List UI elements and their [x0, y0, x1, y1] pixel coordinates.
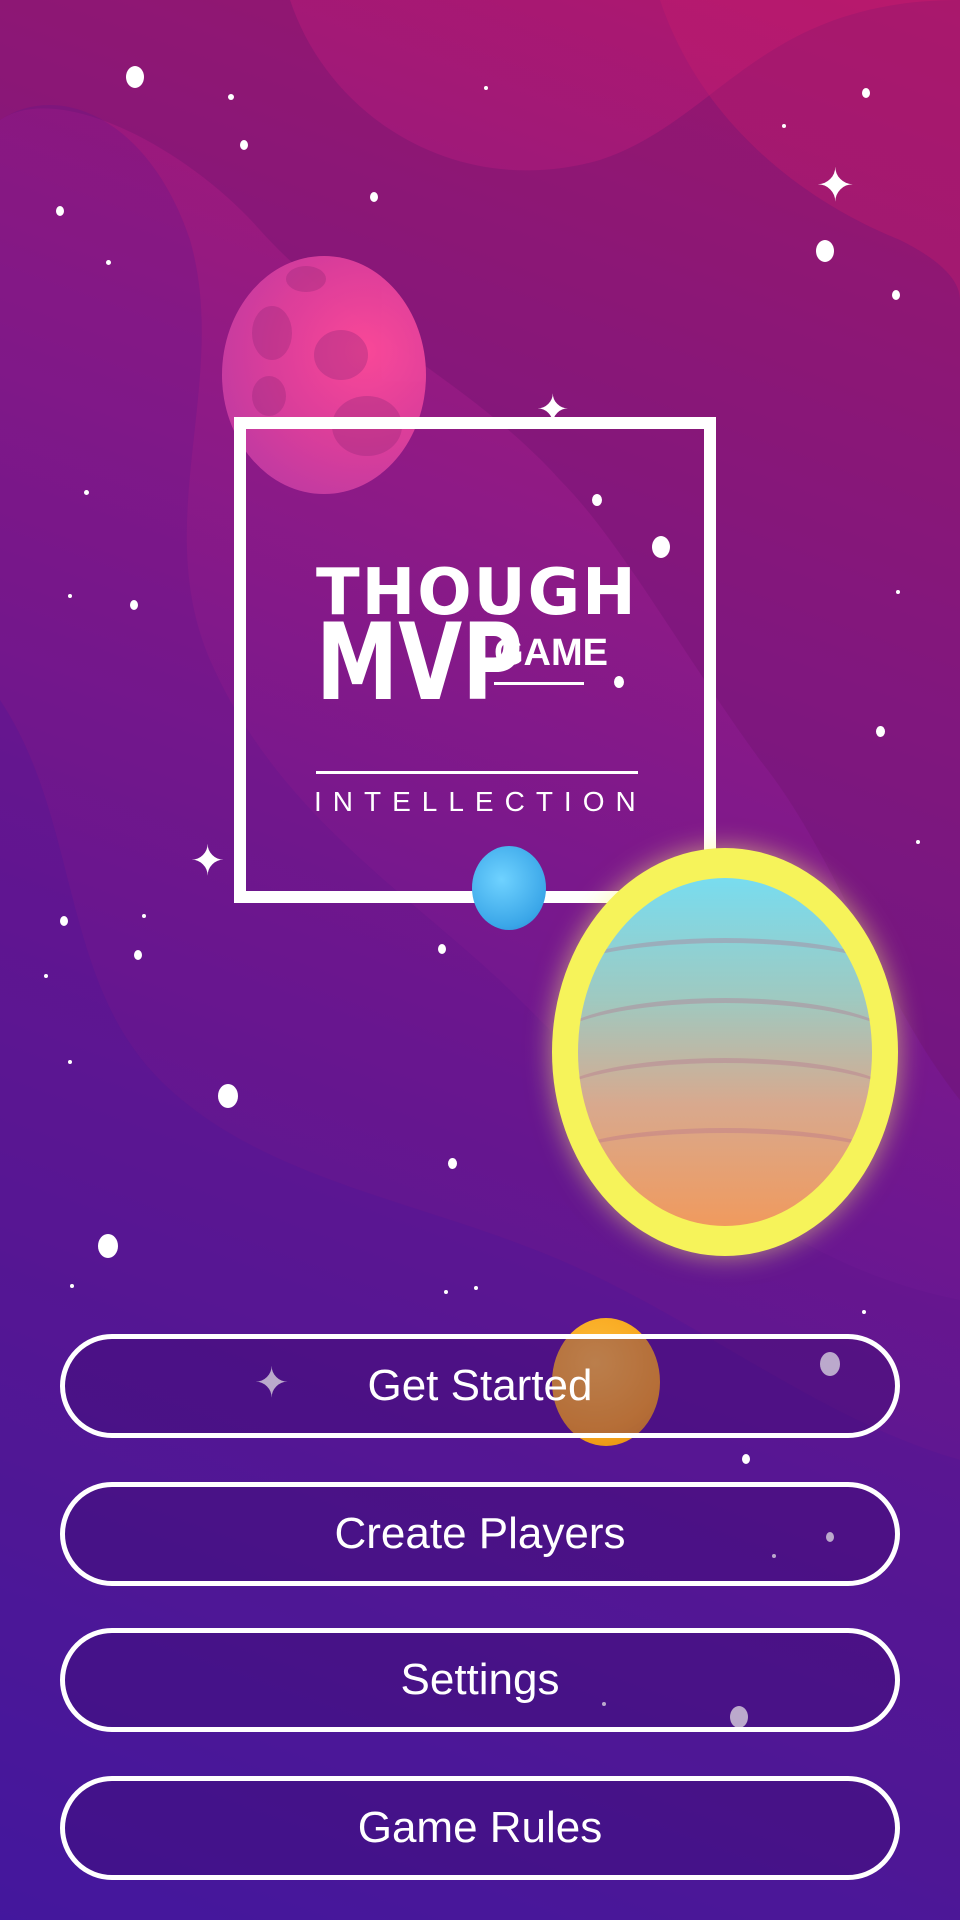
- star: [68, 1060, 72, 1064]
- logo-divider: [316, 771, 638, 774]
- star: [448, 1158, 457, 1169]
- sparkle-star-icon: ✦: [816, 158, 855, 212]
- star: [130, 600, 138, 610]
- star: [876, 726, 885, 737]
- settings-label: Settings: [400, 1655, 560, 1704]
- get-started-label: Get Started: [367, 1361, 593, 1410]
- star: [484, 86, 488, 90]
- star: [44, 974, 48, 978]
- logo-title-main: MVP: [316, 601, 523, 724]
- star: [68, 594, 72, 598]
- star: [56, 206, 64, 216]
- home-screen: ✦ ✦ ✦ ✦ THOUGH MVP GAME INTELLECTION Get…: [0, 0, 960, 1920]
- star: [892, 290, 900, 300]
- star: [218, 1084, 238, 1108]
- star: [916, 840, 920, 844]
- logo-tagline: INTELLECTION: [314, 786, 647, 817]
- star: [896, 590, 900, 594]
- logo-title-sub: GAME: [494, 632, 608, 674]
- star: [444, 1290, 448, 1294]
- star: [742, 1454, 750, 1464]
- star: [816, 240, 834, 262]
- sparkle-star-icon: ✦: [190, 836, 226, 885]
- star: [60, 916, 68, 926]
- create-players-label: Create Players: [334, 1509, 626, 1558]
- game-rules-button[interactable]: Game Rules: [60, 1776, 900, 1880]
- star: [438, 944, 446, 954]
- star: [862, 88, 870, 98]
- star: [862, 1310, 866, 1314]
- star: [370, 192, 378, 202]
- logo-sub-underline: [494, 682, 584, 685]
- settings-button[interactable]: Settings: [60, 1628, 900, 1732]
- star: [106, 260, 111, 265]
- star: [70, 1284, 74, 1288]
- star: [228, 94, 234, 100]
- star: [126, 66, 144, 88]
- create-players-button[interactable]: Create Players: [60, 1482, 900, 1586]
- star: [98, 1234, 118, 1258]
- star: [782, 124, 786, 128]
- star: [240, 140, 248, 150]
- blue-planet: [472, 846, 546, 930]
- ringed-planet: [552, 848, 898, 1256]
- star: [134, 950, 142, 960]
- star: [142, 914, 146, 918]
- get-started-button[interactable]: Get Started: [60, 1334, 900, 1438]
- star: [84, 490, 89, 495]
- game-rules-label: Game Rules: [357, 1803, 603, 1852]
- star: [474, 1286, 478, 1290]
